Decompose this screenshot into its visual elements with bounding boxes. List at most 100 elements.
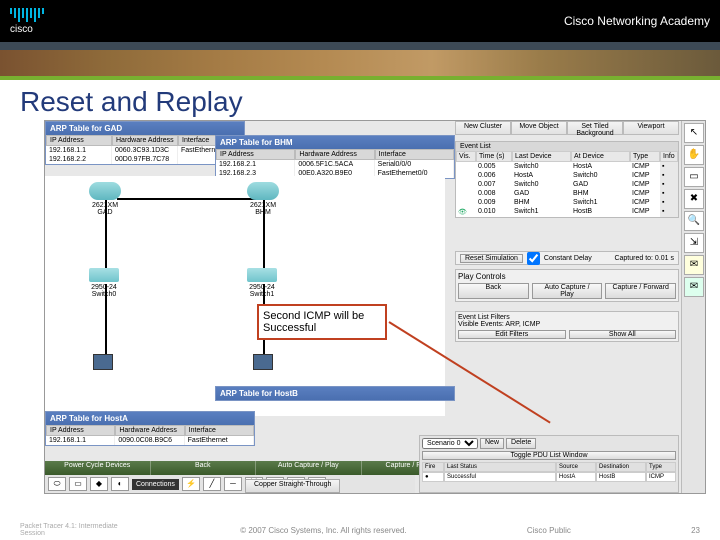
edit-filters-button[interactable]: Edit Filters [458,330,566,339]
play-controls-title: Play Controls [458,272,676,281]
reset-simulation-button[interactable]: Reset Simulation [460,254,523,263]
event-list-panel: Event List Vis. Time (s) Last Device At … [455,141,679,218]
move-object-button[interactable]: Move Object [511,121,567,135]
slide-title: Reset and Replay [0,80,720,124]
event-row[interactable]: 0.009BHMSwitch1ICMP▪ [456,198,678,207]
constant-delay-checkbox[interactable] [527,252,540,265]
visible-events: Visible Events: ARP, ICMP [458,321,676,328]
col-ip: IP Address [216,149,295,160]
logo-text: cisco [10,24,33,35]
auto-conn-icon[interactable]: ⚡ [182,477,200,491]
filters-title: Event List Filters [458,314,676,321]
arp-hostb-title: ARP Table for HostB [216,387,454,400]
connections-label[interactable]: Connections [132,479,179,490]
delete-scenario-button[interactable]: Delete [506,438,536,449]
event-list-title: Event List [456,142,678,151]
viewport-button[interactable]: Viewport [623,121,679,135]
show-all-button[interactable]: Show All [569,330,677,339]
switch1[interactable]: 2950-24Switch1 [247,268,277,298]
router-icon [89,182,121,200]
tile-bg-button[interactable]: Set Tiled Background [567,121,623,135]
complex-pdu-icon[interactable]: ✉ [684,277,704,297]
footer-copyright: © 2007 Cisco Systems, Inc. All rights re… [240,526,406,535]
event-filters-panel: Event List Filters Visible Events: ARP, … [455,311,679,342]
packet-tracer-app: ARP Table for GAD IP Address Hardware Ad… [44,120,706,494]
toggle-pdu-button[interactable]: Toggle PDU List Window [422,451,676,460]
pc-icon [253,354,273,370]
arp-hosta-headers: IP Address Hardware Address Interface [46,425,254,436]
footer-classification: Cisco Public [527,526,571,535]
router-gad[interactable]: 2621XMGAD [89,182,121,216]
arp-table-hostb: ARP Table for HostB [215,386,455,401]
delete-tool-icon[interactable]: ✖ [684,189,704,209]
event-row[interactable]: 0.008GADBHMICMP▪ [456,189,678,198]
arp-gad-title: ARP Table for GAD [46,122,244,135]
scenario-select[interactable]: Scenario 0 [422,438,478,449]
arp-table-bhm: ARP Table for BHM IP Address Hardware Ad… [215,135,455,179]
scenario-panel: Scenario 0 New Delete Toggle PDU List Wi… [419,435,679,493]
play-controls-panel: Play Controls Back Auto Capture / Play C… [455,269,679,302]
pdu-headers: Fire Last Status Source Destination Type [422,462,676,472]
accent-strip [0,50,720,80]
bar-back-button[interactable]: Back [151,461,257,475]
arp-bhm-title: ARP Table for BHM [216,136,454,149]
hub-category-icon[interactable]: ◆ [90,477,108,491]
select-tool-icon[interactable]: ↖ [684,123,704,143]
switch0[interactable]: 2950-24Switch0 [89,268,119,298]
switch-icon [247,268,277,282]
cisco-logo: cisco [10,8,44,35]
console-conn-icon[interactable]: ╱ [203,477,221,491]
note-tool-icon[interactable]: ▭ [684,167,704,187]
host-a[interactable] [93,354,113,372]
router-category-icon[interactable]: ⬭ [48,477,66,491]
inspect-tool-icon[interactable]: 🔍 [684,211,704,231]
arp-table-hosta: ARP Table for HostA IP Address Hardware … [45,411,255,446]
reset-row: Reset Simulation Constant Delay Captured… [455,251,679,265]
switch-category-icon[interactable]: ▭ [69,477,87,491]
pc-icon [93,354,113,370]
topology-link [117,198,257,200]
constant-delay-label: Constant Delay [544,255,592,262]
copper-straight-icon[interactable]: ─ [224,477,242,491]
simple-pdu-icon[interactable]: ✉ [684,255,704,275]
new-scenario-button[interactable]: New [480,438,504,449]
router-bhm[interactable]: 2621XMBHM [247,182,279,216]
arp-row: 192.168.2.10006.5F1C.5ACASerial0/0/0 [216,160,454,169]
back-button[interactable]: Back [458,283,529,299]
event-row[interactable]: 0.006HostASwitch0ICMP▪ [456,171,678,180]
bar-auto-button[interactable]: Auto Capture / Play [256,461,362,475]
cisco-topbar: cisco Cisco Networking Academy [0,0,720,50]
resize-tool-icon[interactable]: ⇲ [684,233,704,253]
col-mac: Hardware Address [295,149,374,160]
arp-bhm-headers: IP Address Hardware Address Interface [216,149,454,160]
event-row[interactable]: 0.005Switch0HostAICMP▪ [456,162,678,171]
device-palette: ⬭ ▭ ◆ ◐ Connections ⚡ ╱ ─ ╳ ≈ ~ ⋯ [45,475,415,493]
col-ip: IP Address [46,135,112,146]
slide-footer: Packet Tracer 4.1: Intermediate Session … [0,520,720,540]
logo-bars-icon [10,8,44,22]
router-icon [247,182,279,200]
col-int: Interface [375,149,454,160]
switch-icon [89,268,119,282]
capture-rate: Captured to: 0.01 s [614,255,674,262]
hand-tool-icon[interactable]: ✋ [684,145,704,165]
arp-hosta-title: ARP Table for HostA [46,412,254,425]
capture-forward-button[interactable]: Capture / Forward [605,283,676,299]
host-b[interactable] [253,354,273,372]
side-toolbar: ↖ ✋ ▭ ✖ 🔍 ⇲ ✉ ✉ [681,121,705,493]
event-row[interactable]: 👁0.010Switch1HostBICMP▪ [456,207,678,217]
topology-canvas[interactable]: 2621XMGAD 2621XMBHM 2950-24Switch0 2950-… [45,176,445,416]
academy-text: Cisco Networking Academy [564,14,710,28]
pdu-row[interactable]: ● Successful HostA HostB ICMP [422,472,676,482]
new-cluster-button[interactable]: New Cluster [455,121,511,135]
wireless-category-icon[interactable]: ◐ [111,477,129,491]
auto-capture-button[interactable]: Auto Capture / Play [532,283,603,299]
event-row[interactable]: 0.007Switch0GADICMP▪ [456,180,678,189]
footer-left: Packet Tracer 4.1: Intermediate Session [20,523,120,537]
arp-row: 192.168.1.10090.0C08.B9C6FastEthernet [46,436,254,445]
logical-toolbar: New Cluster Move Object Set Tiled Backgr… [455,121,679,135]
callout-box: Second ICMP will be Successful [257,304,387,340]
selected-connection-label: Copper Straight-Through [245,479,340,493]
slide-number: 23 [691,526,700,535]
power-cycle-button[interactable]: Power Cycle Devices [45,461,151,475]
